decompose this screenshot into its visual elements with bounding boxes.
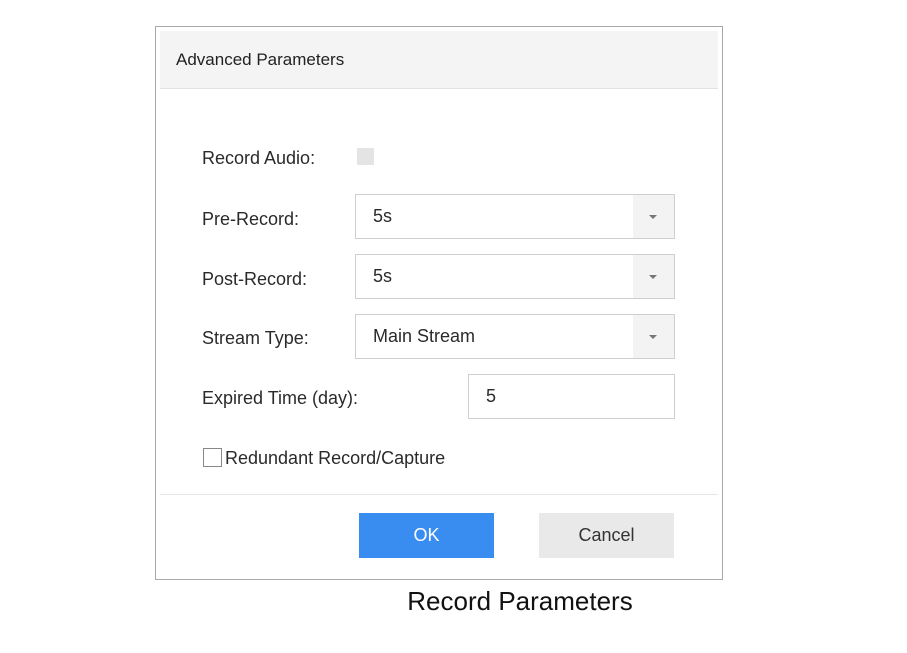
stream-type-select[interactable]: Main Stream (355, 314, 675, 359)
footer-divider (160, 494, 718, 495)
cancel-button[interactable]: Cancel (539, 513, 674, 558)
stream-type-value: Main Stream (373, 326, 476, 346)
caret-down-icon (649, 275, 657, 279)
advanced-parameters-dialog: Advanced Parameters Record Audio: Pre-Re… (155, 26, 723, 580)
pre-record-value: 5s (373, 206, 393, 226)
expired-time-label: Expired Time (day): (202, 388, 359, 408)
dialog-title: Advanced Parameters (176, 50, 345, 69)
caret-down-icon (649, 215, 657, 219)
pre-record-select[interactable]: 5s (355, 194, 675, 239)
post-record-select[interactable]: 5s (355, 254, 675, 299)
redundant-record-checkbox[interactable] (203, 448, 222, 467)
caret-down-icon (649, 335, 657, 339)
figure-caption: Record Parameters (407, 586, 633, 616)
dialog-title-bar: Advanced Parameters (160, 31, 718, 89)
redundant-record-label: Redundant Record/Capture (225, 448, 446, 468)
pre-record-label: Pre-Record: (202, 209, 300, 229)
post-record-dropdown-button[interactable] (633, 255, 674, 298)
expired-time-value: 5 (486, 386, 497, 406)
expired-time-input[interactable]: 5 (468, 374, 675, 419)
stream-type-dropdown-button[interactable] (633, 315, 674, 358)
post-record-label: Post-Record: (202, 269, 308, 289)
stream-type-label: Stream Type: (202, 328, 309, 348)
post-record-value: 5s (373, 266, 393, 286)
dialog-body: Advanced Parameters Record Audio: Pre-Re… (160, 31, 718, 575)
pre-record-dropdown-button[interactable] (633, 195, 674, 238)
record-audio-label: Record Audio: (202, 148, 316, 168)
record-audio-checkbox[interactable] (357, 148, 374, 165)
ok-button[interactable]: OK (359, 513, 494, 558)
